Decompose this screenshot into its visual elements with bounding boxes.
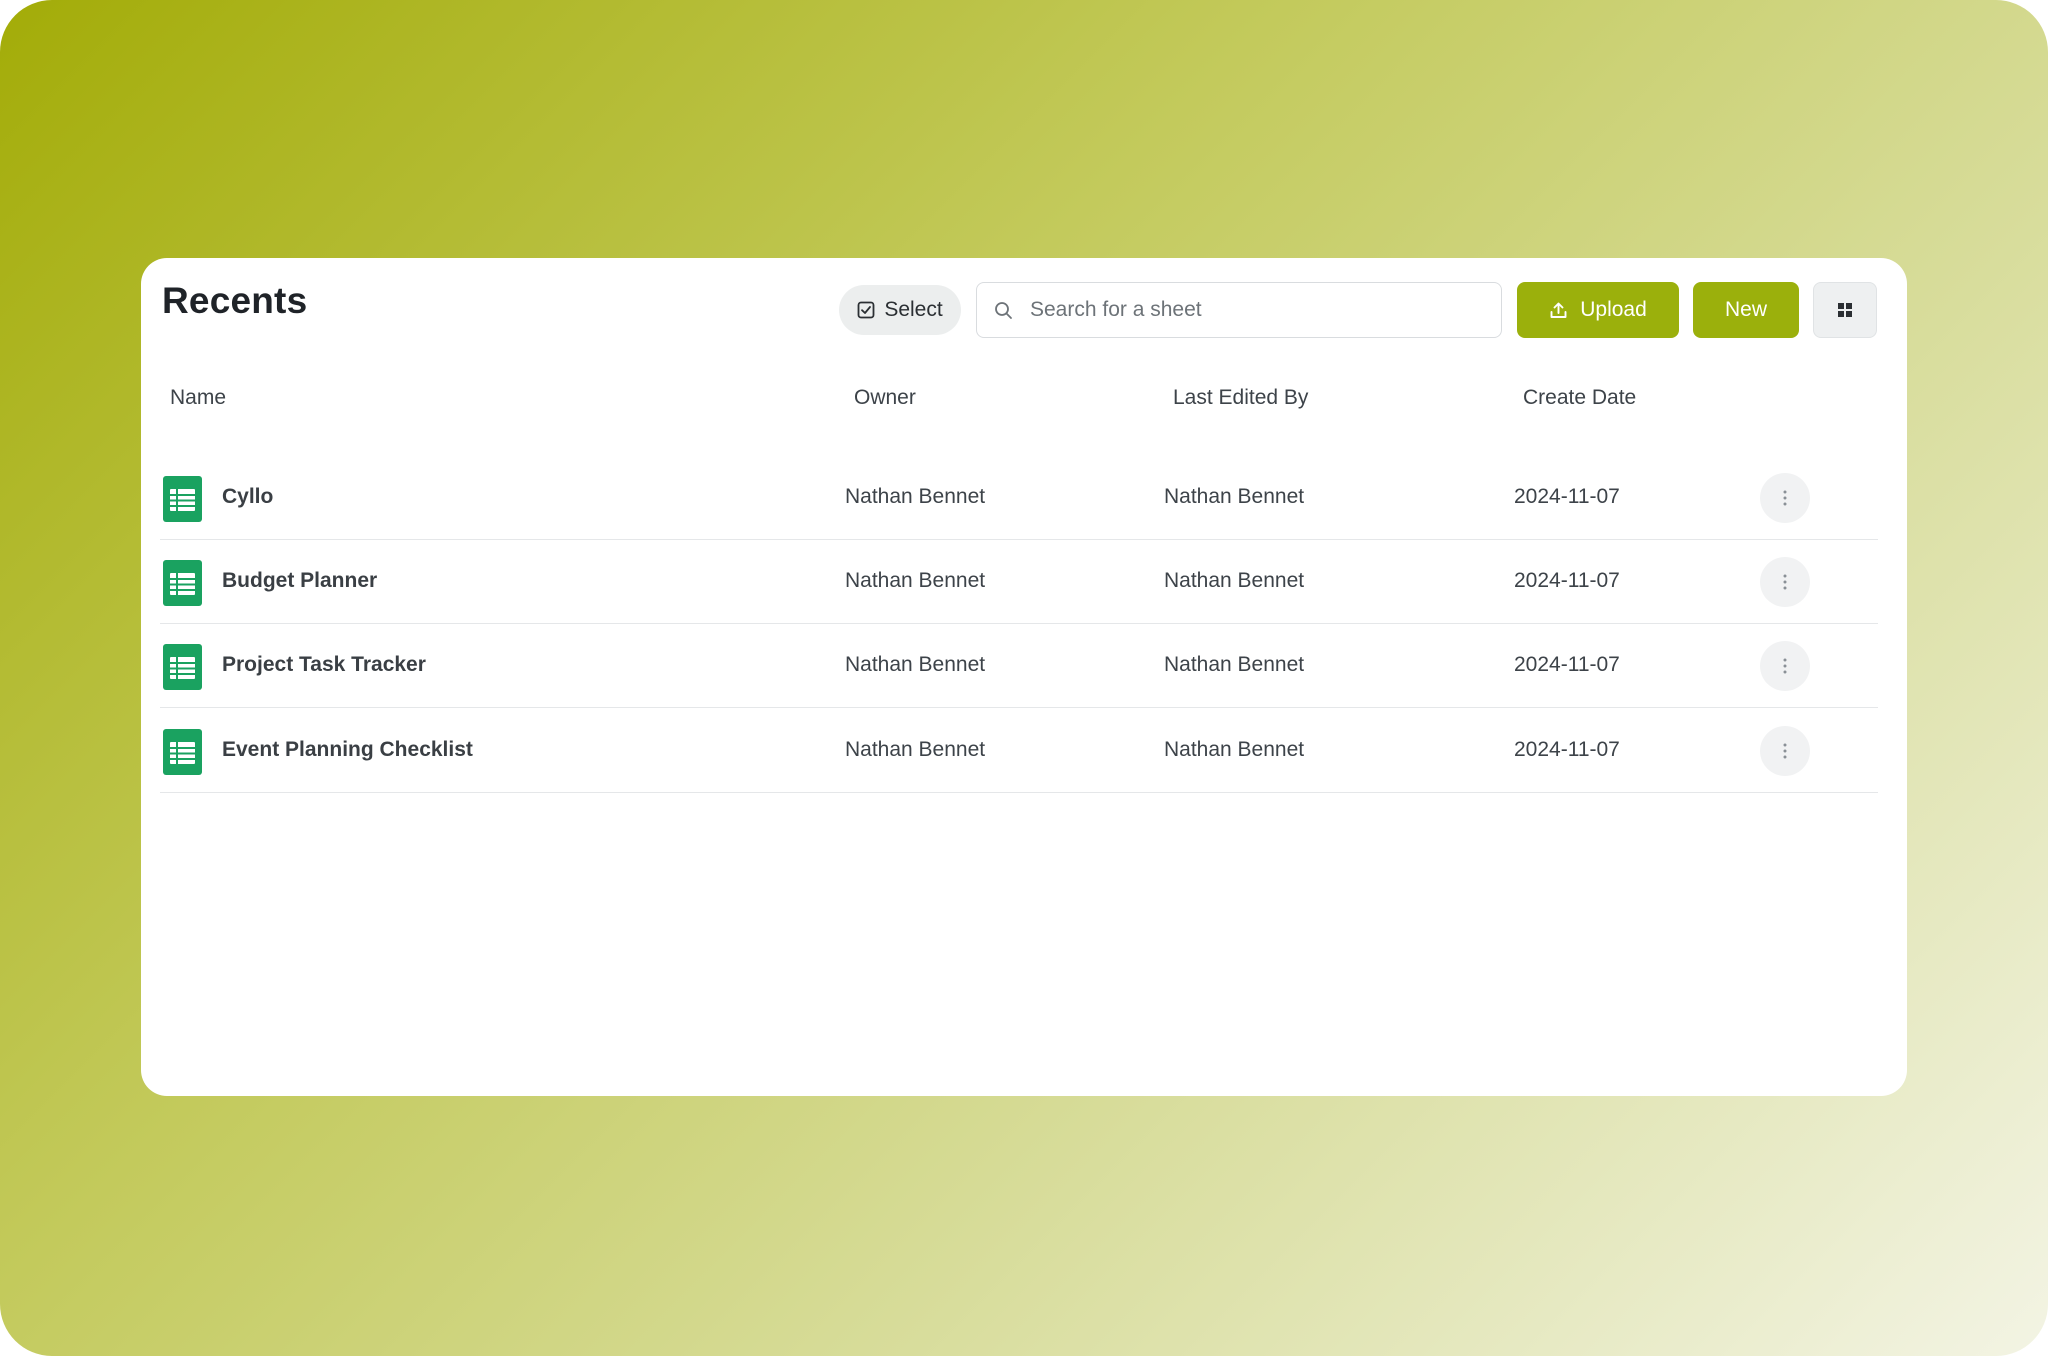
file-owner: Nathan Bennet (845, 653, 986, 676)
file-create-date: 2024-11-07 (1514, 653, 1620, 676)
spreadsheet-icon (163, 560, 202, 606)
row-menu-button[interactable] (1760, 473, 1810, 523)
page-title: Recents (162, 280, 308, 321)
file-create-date: 2024-11-07 (1514, 485, 1620, 508)
grid-view-button[interactable] (1813, 282, 1877, 338)
more-vertical-icon (1783, 574, 1787, 590)
file-owner: Nathan Bennet (845, 738, 986, 761)
column-header-owner[interactable]: Owner (854, 386, 916, 410)
file-name[interactable]: Cyllo (222, 485, 273, 509)
file-last-edited-by: Nathan Bennet (1164, 653, 1305, 676)
file-last-edited-by: Nathan Bennet (1164, 485, 1305, 508)
file-name[interactable]: Budget Planner (222, 569, 377, 593)
file-owner: Nathan Bennet (845, 569, 986, 592)
file-last-edited-by: Nathan Bennet (1164, 569, 1305, 592)
file-name[interactable]: Event Planning Checklist (222, 738, 473, 762)
select-label: Select (884, 298, 943, 321)
row-menu-button[interactable] (1760, 557, 1810, 607)
search-box[interactable] (976, 282, 1502, 338)
upload-button[interactable]: Upload (1517, 282, 1679, 338)
more-vertical-icon (1783, 490, 1787, 506)
spreadsheet-icon (163, 729, 202, 775)
column-header-last-edited-by[interactable]: Last Edited By (1173, 386, 1308, 410)
file-row[interactable]: Budget Planner Nathan Bennet Nathan Benn… (160, 540, 1878, 624)
row-menu-button[interactable] (1760, 726, 1810, 776)
search-input[interactable] (1028, 297, 1472, 323)
file-row[interactable]: Project Task Tracker Nathan Bennet Natha… (160, 624, 1878, 708)
file-row[interactable]: Cyllo Nathan Bennet Nathan Bennet 2024-1… (160, 456, 1878, 540)
grid-view-icon (1837, 302, 1853, 318)
upload-label: Upload (1580, 298, 1647, 321)
spreadsheet-icon (163, 644, 202, 690)
file-create-date: 2024-11-07 (1514, 738, 1620, 761)
file-row[interactable]: Event Planning Checklist Nathan Bennet N… (160, 709, 1878, 793)
more-vertical-icon (1783, 658, 1787, 674)
file-create-date: 2024-11-07 (1514, 569, 1620, 592)
spreadsheet-icon (163, 476, 202, 522)
file-name[interactable]: Project Task Tracker (222, 653, 426, 677)
file-owner: Nathan Bennet (845, 485, 986, 508)
column-header-name[interactable]: Name (170, 386, 226, 410)
select-button[interactable]: Select (839, 285, 961, 335)
row-menu-button[interactable] (1760, 641, 1810, 691)
more-vertical-icon (1783, 743, 1787, 759)
column-header-create-date[interactable]: Create Date (1523, 386, 1636, 410)
new-label: New (1724, 298, 1767, 321)
upload-icon (1549, 301, 1568, 320)
file-last-edited-by: Nathan Bennet (1164, 738, 1305, 761)
search-icon (994, 301, 1013, 320)
new-button[interactable]: New (1693, 282, 1799, 338)
checkbox-icon (857, 301, 875, 319)
background: Recents Select Search for a sheet Upload… (0, 0, 2048, 1356)
recents-panel: Recents Select Search for a sheet Upload… (141, 258, 1907, 1096)
